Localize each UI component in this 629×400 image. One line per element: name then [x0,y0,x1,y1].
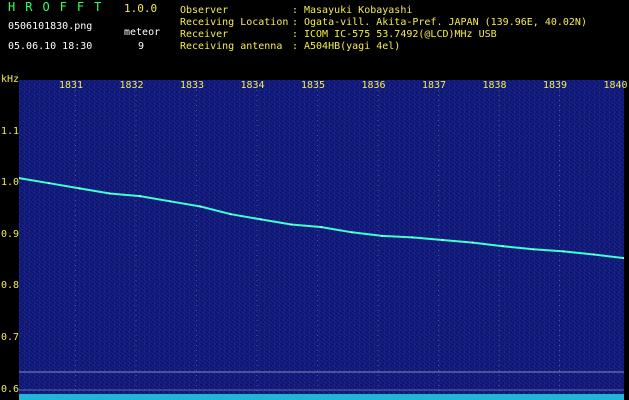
signal-trace-point [199,205,202,208]
x-tick-label: 1838 [482,80,507,91]
antenna-colon: : [292,41,299,52]
signal-trace-point [532,248,535,251]
signal-trace-point [592,253,595,256]
file-name: 0506101830.png [8,21,93,32]
x-tick-label: 1833 [180,80,205,91]
signal-trace-point [320,226,323,229]
noise-floor-band [19,394,624,400]
x-tick-label: 1832 [119,80,144,91]
y-tick-label: 0.7 [1,332,20,344]
x-tick-label: 1835 [301,80,326,91]
y-tick-label: 0.8 [1,280,20,292]
signal-trace-point [139,195,141,197]
x-tick-label: 1837 [422,80,447,91]
spectrogram-plot [19,80,624,400]
signal-trace-point [502,245,504,248]
location-colon: : [292,17,299,28]
antenna-key: Receiving antenna [180,41,283,52]
signal-trace-point [350,231,353,234]
signal-trace-point [471,241,474,244]
meteor-label: meteor [124,27,161,38]
y-tick-label: 1.1 [1,125,20,137]
signal-trace-line [19,177,624,260]
app-title: HROFFT [8,0,112,14]
meteor-count: 9 [138,41,145,52]
signal-trace-point [562,250,565,253]
signal-trace-point [48,182,51,185]
signal-trace-point [290,223,293,226]
x-tick-label: 1834 [240,80,265,91]
timestamp: 05.06.10 18:30 [8,41,93,52]
signal-trace-point [260,218,262,221]
receiver-colon: : [292,29,299,40]
hrofft-window: HROFFT 1.0.0 0506101830.png meteor 05.06… [0,0,629,400]
signal-trace-point [108,192,111,195]
y-tick-label: 0.6 [1,383,20,395]
y-tick-label: 1.0 [1,177,20,189]
x-tick-label: 1840 [603,80,628,91]
antenna-value: A504HB(yagi 4el) [304,41,401,52]
x-tick-label: 1831 [59,80,84,91]
observer-key: Observer [180,5,229,16]
receiver-value: ICOM IC-575 53.7492(@LCD)MHz USB [304,29,497,40]
y-tick-label: 0.9 [1,228,20,240]
signal-trace-point [381,235,383,237]
observer-colon: : [292,5,299,16]
signal-trace-point [229,213,232,216]
y-axis-unit: kHz [1,74,20,85]
signal-trace-point [78,187,81,190]
location-key: Receiving Location [180,17,289,28]
spectrogram-svg [19,80,624,400]
x-tick-label: 1839 [543,80,568,91]
observer-value: Masayuki Kobayashi [304,5,413,16]
receiver-key: Receiver [180,29,229,40]
signal-trace-point [169,200,172,203]
app-version: 1.0.0 [124,2,158,15]
location-value: Ogata-vill. Akita-Pref. JAPAN (139.96E, … [304,17,587,28]
x-tick-label: 1836 [361,80,386,91]
signal-trace-point [411,236,414,239]
signal-trace-point [441,239,444,241]
